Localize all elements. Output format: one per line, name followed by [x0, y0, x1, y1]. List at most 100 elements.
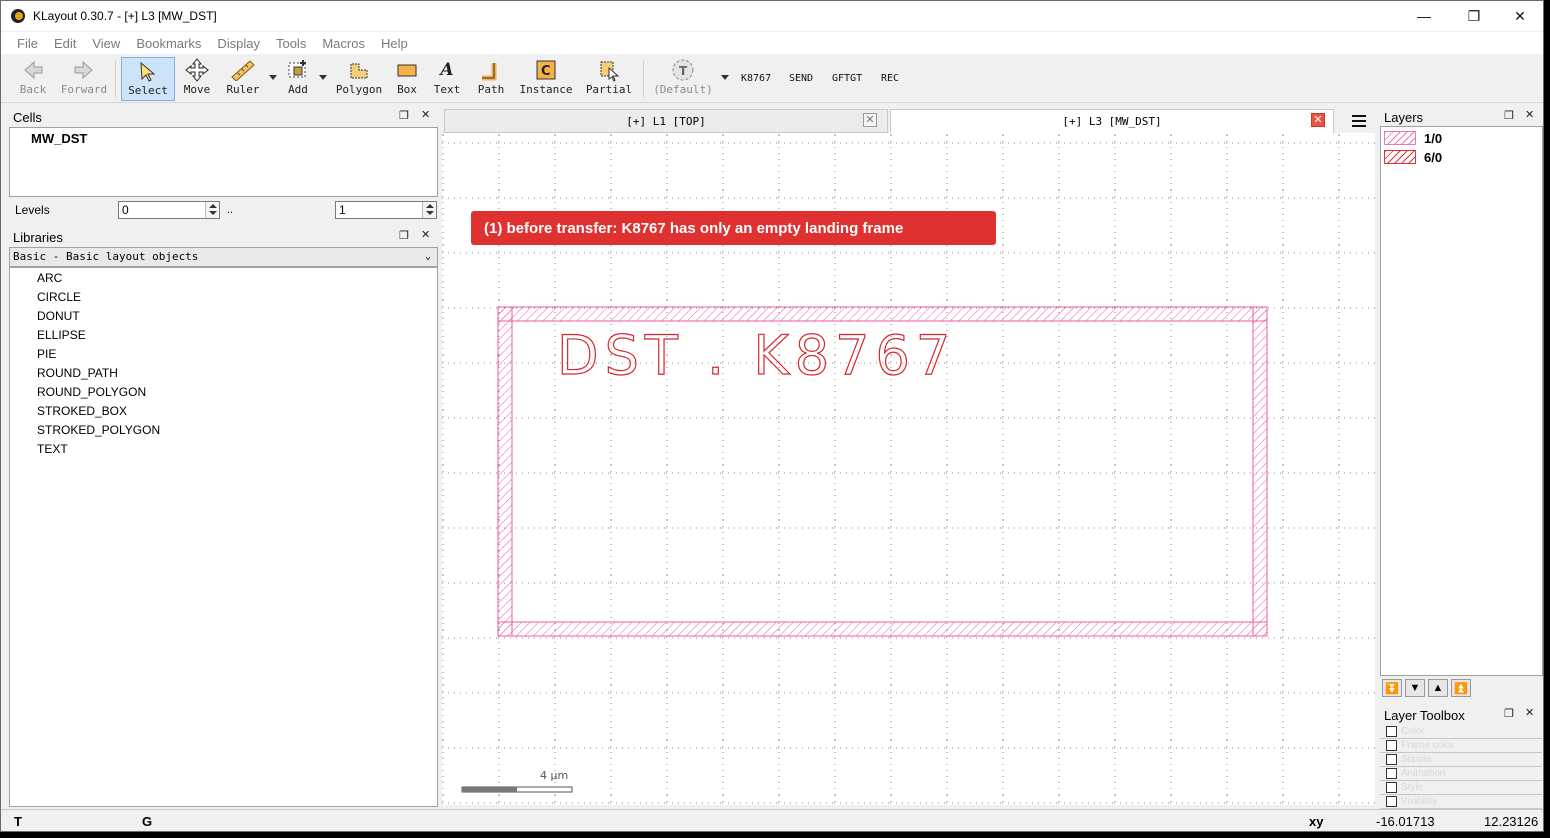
- path-label: Path: [477, 83, 505, 96]
- partial-button[interactable]: Partial: [585, 57, 633, 101]
- back-icon: [22, 57, 44, 83]
- add-button[interactable]: Add: [281, 57, 315, 101]
- level-from-spinbox[interactable]: 0: [118, 201, 220, 219]
- macro-k8767-button[interactable]: K8767: [741, 73, 771, 84]
- chevron-down-icon: ⌄: [424, 251, 431, 262]
- cell-tree: MW_DST: [9, 127, 438, 197]
- library-item-stroked-box[interactable]: STROKED_BOX: [37, 404, 127, 418]
- toolbox-close-icon[interactable]: ✕: [1525, 706, 1534, 719]
- select-button[interactable]: Select: [121, 57, 175, 101]
- text-button[interactable]: A Text: [431, 57, 463, 101]
- library-item-text[interactable]: TEXT: [37, 442, 68, 456]
- library-item-round-polygon[interactable]: ROUND_POLYGON: [37, 385, 146, 399]
- status-g: G: [142, 814, 153, 829]
- move-icon: [185, 57, 209, 83]
- toolbox-row-color[interactable]: Color: [1380, 725, 1542, 739]
- frame-left: [497, 306, 513, 637]
- toolbox-row-stipple[interactable]: Stipple: [1380, 753, 1542, 767]
- toolbox-row-label: Frame color: [1401, 740, 1455, 751]
- library-item-arc[interactable]: ARC: [37, 271, 62, 285]
- tab-l1-close-icon[interactable]: ✕: [863, 113, 877, 127]
- menu-help[interactable]: Help: [373, 36, 416, 51]
- libraries-close-icon[interactable]: ✕: [421, 228, 430, 241]
- cells-float-icon[interactable]: ❐: [399, 109, 409, 122]
- layers-close-icon[interactable]: ✕: [1525, 108, 1534, 121]
- menu-view[interactable]: View: [84, 36, 128, 51]
- library-item-stroked-polygon[interactable]: STROKED_POLYGON: [37, 423, 160, 437]
- toolbox-row-label: Style: [1401, 782, 1424, 793]
- library-item-donut[interactable]: DONUT: [37, 309, 80, 323]
- toolbox-row-animation[interactable]: Animation: [1380, 767, 1542, 781]
- macro-rec-button[interactable]: REC: [881, 73, 899, 84]
- level-to-value: 1: [339, 203, 346, 217]
- frame-bottom: [497, 621, 1268, 637]
- menu-display[interactable]: Display: [209, 36, 268, 51]
- polygon-button[interactable]: Polygon: [335, 57, 383, 101]
- close-window-button[interactable]: ✕: [1497, 1, 1543, 31]
- ruler-dropdown-icon[interactable]: [269, 75, 277, 80]
- minimize-button[interactable]: —: [1401, 1, 1447, 31]
- layer-row-1-0[interactable]: 1/0: [1384, 130, 1442, 146]
- macro-send-button[interactable]: SEND: [789, 73, 813, 84]
- layer-move-bottom-icon[interactable]: ⏬: [1382, 679, 1402, 697]
- toolbox-row-frame-color[interactable]: Frame color: [1380, 739, 1542, 753]
- layer-move-down-icon[interactable]: ▼: [1405, 679, 1425, 697]
- layer-move-top-icon[interactable]: ⏫: [1451, 679, 1471, 697]
- layer-row-6-0[interactable]: 6/0: [1384, 149, 1442, 165]
- forward-button[interactable]: Forward: [59, 57, 109, 101]
- layers-panel-header: Layers: [1381, 107, 1543, 127]
- level-to-spinbox[interactable]: 1: [335, 201, 437, 219]
- path-button[interactable]: Path: [475, 57, 507, 101]
- library-selector[interactable]: Basic - Basic layout objects ⌄: [9, 247, 438, 267]
- library-item-circle[interactable]: CIRCLE: [37, 290, 81, 304]
- layout-text-label[interactable]: DST . K8767: [556, 323, 956, 387]
- path-icon: [479, 57, 503, 83]
- box-button[interactable]: Box: [391, 57, 423, 101]
- toolbox-row-style[interactable]: Style: [1380, 781, 1542, 795]
- layer-toolbox-header: Layer Toolbox: [1381, 705, 1543, 725]
- menu-tools[interactable]: Tools: [268, 36, 314, 51]
- tab-l3-mw-dst[interactable]: [+] L3 [MW_DST]: [890, 109, 1334, 133]
- macro-gftgt-button[interactable]: GFTGT: [832, 73, 862, 84]
- box-icon: [395, 57, 419, 83]
- tab-l1-top[interactable]: [+] L1 [TOP]: [444, 109, 888, 133]
- tab-l3-close-icon[interactable]: ✕: [1311, 113, 1325, 127]
- menu-file[interactable]: File: [1, 36, 46, 51]
- library-item-round-path[interactable]: ROUND_PATH: [37, 366, 118, 380]
- ruler-button[interactable]: Ruler: [223, 57, 263, 101]
- default-label: (Default): [653, 83, 713, 96]
- layer-move-up-icon[interactable]: ▲: [1428, 679, 1448, 697]
- layers-float-icon[interactable]: ❐: [1504, 109, 1514, 122]
- select-icon: [137, 58, 159, 84]
- cells-panel-header: Cells: [9, 107, 439, 127]
- levels-separator: ..: [227, 204, 234, 216]
- library-list: [9, 267, 438, 807]
- instance-button[interactable]: C Instance: [519, 57, 573, 101]
- menu-bookmarks[interactable]: Bookmarks: [128, 36, 209, 51]
- status-x-coordinate: -16.01713: [1376, 814, 1435, 829]
- maximize-button[interactable]: ❐: [1451, 1, 1497, 31]
- tab-l1-top-label: [+] L1 [TOP]: [626, 114, 706, 128]
- add-dropdown-icon[interactable]: [319, 75, 327, 80]
- menu-macros[interactable]: Macros: [314, 36, 373, 51]
- menu-edit[interactable]: Edit: [46, 36, 84, 51]
- add-icon: [286, 57, 310, 83]
- toolbox-row-visibility[interactable]: Visibility: [1380, 795, 1542, 809]
- toolbox-float-icon[interactable]: ❐: [1504, 707, 1514, 720]
- cell-item-mw-dst[interactable]: MW_DST: [31, 131, 87, 146]
- libraries-panel-header: Libraries: [9, 227, 439, 247]
- hamburger-icon[interactable]: [1350, 111, 1368, 131]
- library-item-pie[interactable]: PIE: [37, 347, 56, 361]
- libraries-float-icon[interactable]: ❐: [399, 229, 409, 242]
- polygon-icon: [347, 57, 371, 83]
- svg-text:C: C: [541, 64, 551, 79]
- move-button[interactable]: Move: [179, 57, 215, 101]
- default-button[interactable]: T (Default): [653, 57, 713, 101]
- back-button[interactable]: Back: [15, 57, 51, 101]
- layout-canvas[interactable]: DST . K8767 4 µm (1) before transfer: K8…: [442, 133, 1375, 805]
- layer-name: 1/0: [1424, 130, 1443, 146]
- cells-close-icon[interactable]: ✕: [421, 108, 430, 121]
- library-item-ellipse[interactable]: ELLIPSE: [37, 328, 86, 342]
- add-label: Add: [288, 83, 308, 96]
- default-dropdown-icon[interactable]: [721, 75, 729, 80]
